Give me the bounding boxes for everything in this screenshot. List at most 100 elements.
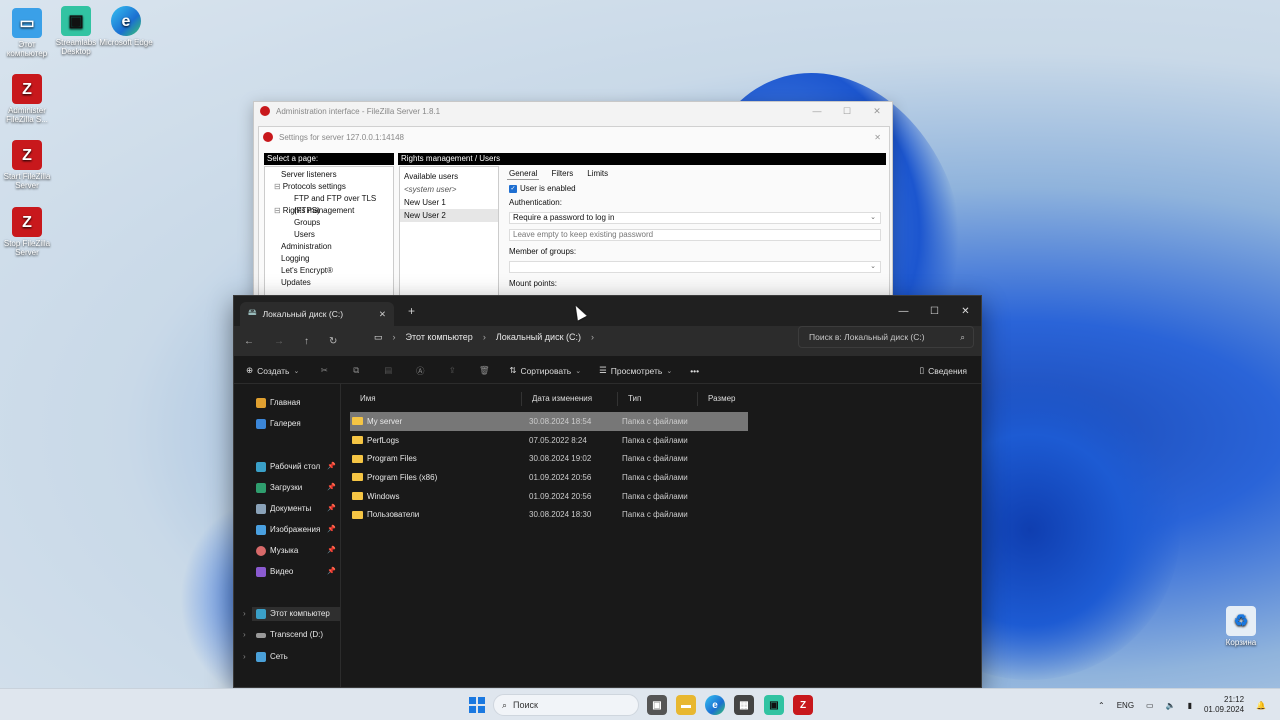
sidebar-item-music[interactable]: Музыка 📌	[256, 544, 340, 558]
task-view-icon[interactable]: ▣	[647, 695, 667, 715]
refresh-icon[interactable]: ↻	[329, 336, 337, 347]
sidebar-item-downloads[interactable]: Загрузки 📌	[256, 481, 340, 495]
table-row[interactable]: Program Files (x86) 01.09.2024 20:56 Пап…	[350, 468, 750, 487]
battery-icon[interactable]: ▮	[1188, 701, 1192, 710]
close-icon[interactable]: ✕	[874, 133, 881, 142]
page-item[interactable]: Updates	[265, 277, 393, 289]
network-icon[interactable]: ▭	[1146, 701, 1154, 710]
clock[interactable]: 21:12 01.09.2024	[1204, 695, 1244, 715]
back-icon[interactable]: ←	[244, 336, 254, 347]
page-item[interactable]: Logging	[265, 253, 393, 265]
forward-icon[interactable]: →	[274, 336, 284, 347]
page-item[interactable]: ⊟ Protocols settings	[265, 181, 393, 193]
filezilla-icon: Z	[12, 207, 42, 237]
chevron-up-icon[interactable]: ⌃	[1098, 701, 1105, 710]
search-input[interactable]: Поиск в: Локальный диск (C:) ⌕	[798, 326, 974, 348]
desktop-icon-streamlabs[interactable]: ▣ Streamlabs Desktop	[49, 6, 103, 56]
column-type[interactable]: Тип	[618, 392, 698, 406]
taskbar-search[interactable]: ⌕ Поиск	[493, 694, 639, 716]
sidebar-item-desktop[interactable]: Рабочий стол 📌	[256, 460, 340, 474]
desktop-icon-label: Streamlabs Desktop	[55, 38, 97, 56]
sidebar-item-this-pc[interactable]: Этот компьютер	[252, 607, 340, 621]
explorer-tab[interactable]: 🖴 Локальный диск (C:) ✕	[240, 302, 394, 326]
start-button[interactable]	[469, 697, 485, 713]
breadcrumb-item[interactable]: Этот компьютер	[406, 332, 473, 342]
chevron-right-icon[interactable]: ›	[243, 652, 246, 661]
close-tab-icon[interactable]: ✕	[379, 309, 386, 320]
desktop-icon-edge[interactable]: e Microsoft Edge	[99, 6, 153, 47]
chevron-right-icon[interactable]: ›	[243, 609, 246, 618]
documents-icon	[256, 504, 266, 514]
close-button[interactable]: ✕	[862, 106, 892, 117]
store-icon[interactable]: ▦	[734, 695, 754, 715]
desktop-icon-this-pc[interactable]: ▭ Этот компьютер	[0, 8, 54, 58]
sidebar-item-videos[interactable]: Видео 📌	[256, 565, 340, 579]
paste-icon[interactable]: ▤	[381, 365, 395, 376]
minimize-button[interactable]: —	[802, 106, 832, 117]
rename-icon[interactable]: Ⓐ	[413, 365, 427, 377]
cut-icon[interactable]: ✂	[317, 365, 331, 376]
password-field[interactable]: Leave empty to keep existing password	[509, 229, 881, 241]
tab-filters[interactable]: Filters	[549, 167, 575, 180]
authentication-select[interactable]: Require a password to log in ⌄	[509, 212, 881, 224]
user-item[interactable]: New User 2	[400, 209, 498, 222]
streamlabs-icon[interactable]: ▣	[764, 695, 784, 715]
breadcrumb[interactable]: ▭ › Этот компьютер › Локальный диск (C:)…	[368, 327, 790, 347]
table-row[interactable]: Windows 01.09.2024 20:56 Папка с файлами	[350, 487, 750, 506]
sidebar-item-documents[interactable]: Документы 📌	[256, 502, 340, 516]
desktop-icon-recycle-bin[interactable]: ♻ Корзина	[1214, 606, 1268, 647]
table-row[interactable]: Program Files 30.08.2024 19:02 Папка с ф…	[350, 449, 750, 468]
page-item[interactable]: Groups	[265, 217, 393, 229]
column-size[interactable]: Размер	[698, 392, 748, 406]
maximize-button[interactable]: ☐	[832, 106, 862, 117]
maximize-button[interactable]: ☐	[919, 306, 950, 317]
sort-button[interactable]: ⇅ Сортировать ⌄	[509, 365, 581, 376]
groups-select[interactable]: ⌄	[509, 261, 881, 273]
file-explorer-icon[interactable]: ▬	[676, 695, 696, 715]
user-enabled-checkbox[interactable]: ✓ User is enabled	[509, 184, 576, 193]
share-icon[interactable]: ⇪	[445, 365, 459, 376]
table-row[interactable]: My server 30.08.2024 18:54 Папка с файла…	[350, 412, 748, 431]
tab-general[interactable]: General	[507, 167, 540, 180]
new-tab-button[interactable]: +	[408, 304, 415, 318]
create-button[interactable]: ⊕ Создать ⌄	[246, 365, 299, 376]
page-item[interactable]: Let's Encrypt®	[265, 265, 393, 277]
sidebar-item-gallery[interactable]: Галерея	[256, 417, 340, 431]
column-date[interactable]: Дата изменения	[522, 392, 618, 406]
column-name[interactable]: Имя	[350, 392, 522, 406]
tab-limits[interactable]: Limits	[585, 167, 610, 180]
chevron-right-icon: ›	[392, 332, 396, 342]
edge-icon[interactable]: e	[705, 695, 725, 715]
filezilla-icon[interactable]: Z	[793, 695, 813, 715]
streamlabs-icon: ▣	[61, 6, 91, 36]
desktop-icon-start-filezilla[interactable]: Z Start FileZilla Server	[0, 140, 54, 190]
page-item[interactable]: ⊟ Rights management	[265, 205, 393, 217]
view-button[interactable]: ☰ Просмотреть ⌄	[599, 365, 672, 376]
desktop-icon-administer-filezilla[interactable]: Z Administer FileZilla S...	[0, 74, 54, 124]
copy-icon[interactable]: ⧉	[349, 365, 363, 376]
breadcrumb-item[interactable]: Локальный диск (C:)	[496, 332, 581, 342]
notifications-icon[interactable]: 🔔	[1256, 701, 1266, 710]
user-item[interactable]: New User 1	[400, 196, 498, 209]
delete-icon[interactable]: 🗑	[477, 365, 491, 376]
sidebar-item-network[interactable]: Сеть	[256, 650, 340, 664]
page-item[interactable]: Server listeners	[265, 169, 393, 181]
chevron-right-icon[interactable]: ›	[243, 630, 246, 639]
volume-icon[interactable]: 🔈	[1166, 701, 1176, 710]
user-item[interactable]: <system user>	[400, 183, 498, 196]
sidebar-item-home[interactable]: Главная	[256, 396, 340, 410]
desktop-icon-stop-filezilla[interactable]: Z Stop FileZilla Server	[0, 207, 54, 257]
more-options-icon[interactable]: •••	[690, 366, 699, 376]
table-row[interactable]: PerfLogs 07.05.2022 8:24 Папка с файлами	[350, 431, 750, 450]
up-icon[interactable]: ↑	[304, 336, 309, 347]
sidebar-item-pictures[interactable]: Изображения 📌	[256, 523, 340, 537]
table-row[interactable]: Пользователи 30.08.2024 18:30 Папка с фа…	[350, 505, 750, 524]
language-indicator[interactable]: ENG	[1117, 701, 1134, 710]
sidebar-item-transcend[interactable]: Transcend (D:)	[256, 628, 340, 642]
page-item[interactable]: Administration	[265, 241, 393, 253]
page-item[interactable]: FTP and FTP over TLS (FTPS)	[265, 193, 393, 215]
page-item-users[interactable]: Users	[265, 229, 393, 241]
details-button[interactable]: ▯ Сведения	[919, 365, 967, 376]
close-button[interactable]: ✕	[950, 306, 981, 317]
minimize-button[interactable]: —	[888, 306, 919, 317]
